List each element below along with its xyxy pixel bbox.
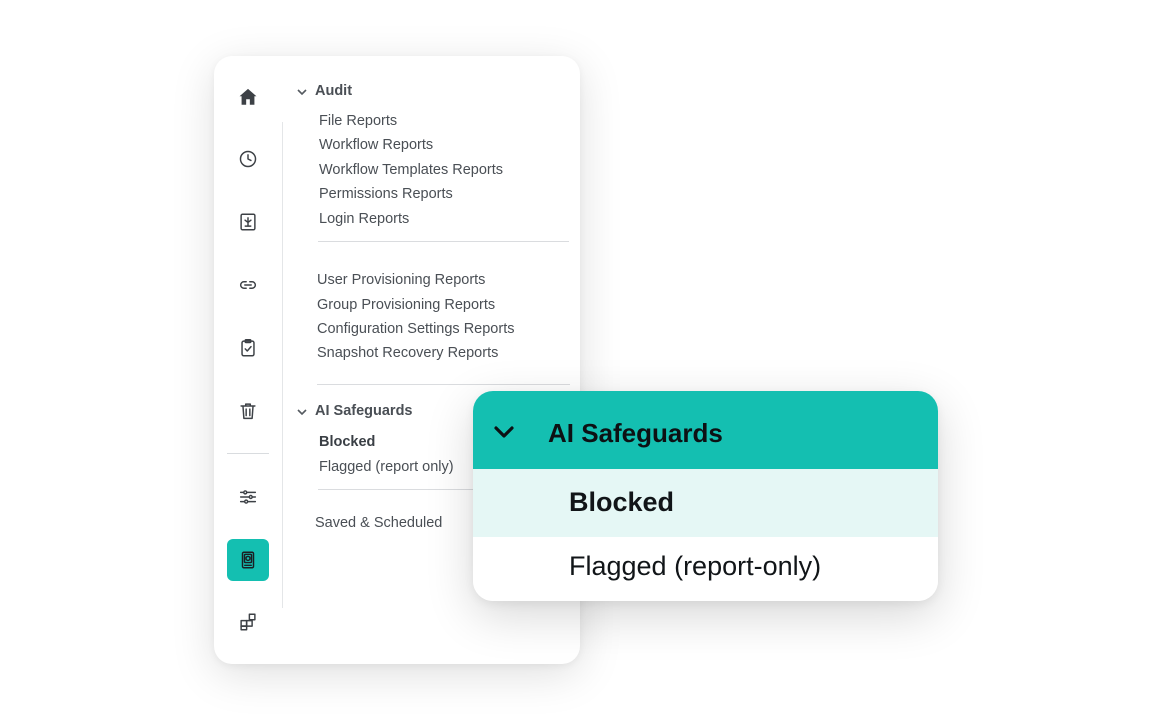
nav-item-blocked[interactable]: Blocked <box>319 434 375 450</box>
nav-item-user-provisioning-reports[interactable]: User Provisioning Reports <box>317 272 485 288</box>
nav-item-flagged[interactable]: Flagged (report only) <box>319 459 454 475</box>
nav-item-permissions-reports[interactable]: Permissions Reports <box>319 186 453 202</box>
callout-item-blocked[interactable]: Blocked <box>473 469 938 537</box>
callout-title: AI Safeguards <box>548 418 723 448</box>
history-icon[interactable] <box>228 139 268 179</box>
ai-safeguards-callout: AI Safeguards Blocked Flagged (report-on… <box>473 391 938 601</box>
link-icon[interactable] <box>228 265 268 305</box>
nav-item-group-provisioning-reports[interactable]: Group Provisioning Reports <box>317 297 495 313</box>
home-icon[interactable] <box>228 77 268 117</box>
callout-item-flagged[interactable]: Flagged (report-only) <box>473 537 938 601</box>
callout-item-label: Blocked <box>569 487 675 517</box>
audit-section-header[interactable]: Audit <box>296 83 352 99</box>
reports-icon[interactable] <box>228 202 268 242</box>
callout-item-label: Flagged (report-only) <box>569 551 822 581</box>
ai-safeguards-section-header[interactable]: AI Safeguards <box>296 403 413 419</box>
nav-item-workflow-templates-reports[interactable]: Workflow Templates Reports <box>319 162 503 178</box>
nav-item-snapshot-recovery-reports[interactable]: Snapshot Recovery Reports <box>317 345 498 361</box>
nav-item-saved-scheduled[interactable]: Saved & Scheduled <box>315 515 442 531</box>
chevron-down-icon <box>296 405 308 417</box>
nav-item-login-reports[interactable]: Login Reports <box>319 211 409 227</box>
rail-separator <box>227 453 269 454</box>
chevron-down-icon <box>296 85 308 97</box>
callout-header[interactable]: AI Safeguards <box>473 391 938 469</box>
apps-icon[interactable] <box>228 602 268 642</box>
nav-item-configuration-settings-reports[interactable]: Configuration Settings Reports <box>317 321 514 337</box>
chevron-down-icon <box>491 419 517 445</box>
section-divider <box>318 241 569 242</box>
sliders-icon[interactable] <box>228 477 268 517</box>
rail-divider <box>282 122 283 608</box>
ai-safeguards-label: AI Safeguards <box>315 403 413 419</box>
section-divider <box>317 384 570 385</box>
audit-label: Audit <box>315 83 353 99</box>
nav-item-file-reports[interactable]: File Reports <box>319 113 397 129</box>
ai-safeguards-icon[interactable] <box>227 539 269 581</box>
trash-icon[interactable] <box>228 391 268 431</box>
nav-item-workflow-reports[interactable]: Workflow Reports <box>319 137 433 153</box>
clipboard-check-icon[interactable] <box>228 328 268 368</box>
